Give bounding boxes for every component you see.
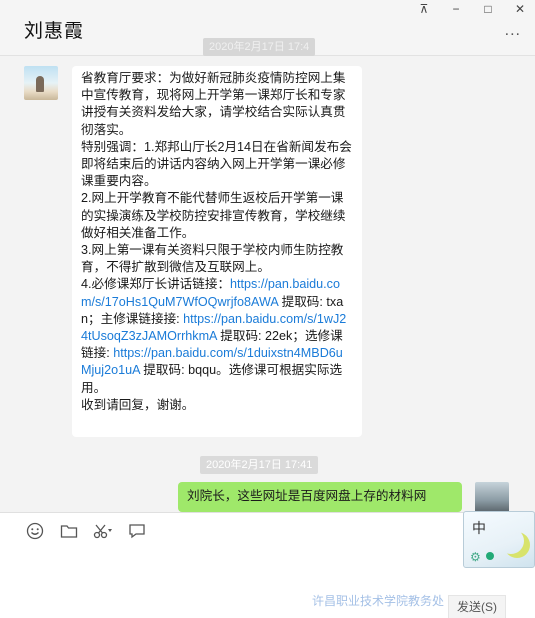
message-closing: 收到请回复，谢谢。 [81, 397, 195, 412]
message-paragraph: 3.网上第一课有关资料只限于学校内师生防控教育，不得扩散到微信及互联网上。 [81, 243, 344, 275]
outgoing-message-bubble[interactable]: 刘院长，这些网址是百度网盘上存的材料网 [178, 482, 462, 512]
watermark: 许昌职业技术学院教务处 [312, 594, 445, 608]
send-button[interactable]: 发送(S) [448, 595, 506, 618]
message-composer[interactable]: 发送(S) [0, 512, 535, 618]
message-paragraph: 2.网上开学教育不能代替师生返校后开学第一课的实操演练及学校防控安排宣传教育，学… [81, 191, 346, 240]
minimize-icon[interactable]: − [449, 2, 463, 16]
emoji-icon[interactable] [24, 521, 46, 541]
message-links-paragraph: 4.必修课郑厅长讲话链接：https://pan.baidu.com/s/17o… [81, 276, 353, 396]
more-options-icon[interactable]: ... [505, 22, 521, 40]
incoming-message-bubble[interactable]: 省教育厅要求：为做好新冠肺炎疫情防控网上集中宣传教育，现将网上开学第一课郑厅长和… [72, 66, 362, 437]
gear-icon[interactable]: ⚙ [470, 550, 481, 564]
status-dot-icon [486, 552, 494, 560]
links-intro-text: 4.必修课郑厅长讲话链接： [81, 277, 231, 292]
window-controls: ⊼ − □ ✕ [417, 2, 527, 16]
moon-icon [498, 528, 524, 554]
contact-name: 刘惠霞 [24, 21, 85, 42]
chat-bubble-icon[interactable] [126, 521, 148, 541]
pin-icon[interactable]: ⊼ [417, 2, 431, 16]
outgoing-message-text: 刘院长，这些网址是百度网盘上存的材料网 [187, 489, 427, 503]
ime-mode-label[interactable]: 中 [472, 518, 486, 538]
ime-status-widget[interactable]: 中 ⚙ [463, 511, 535, 568]
close-icon[interactable]: ✕ [513, 2, 527, 16]
message-paragraph: 省教育厅要求：为做好新冠肺炎疫情防控网上集中宣传教育，现将网上开学第一课郑厅长和… [81, 71, 346, 137]
maximize-icon[interactable]: □ [481, 2, 495, 16]
message-paragraph: 特别强调：1.郑邦山厅长2月14日在省新闻发布会即将结束后的讲话内容纳入网上开学… [81, 139, 352, 189]
screenshot-scissors-icon[interactable] [92, 521, 114, 541]
message-timestamp: 2020年2月17日 17:41 [200, 456, 319, 474]
folder-icon[interactable] [58, 521, 80, 541]
message-timestamp: 2020年2月17日 17:4 [203, 38, 316, 56]
composer-toolbar [24, 521, 148, 541]
sender-avatar[interactable] [24, 66, 58, 100]
